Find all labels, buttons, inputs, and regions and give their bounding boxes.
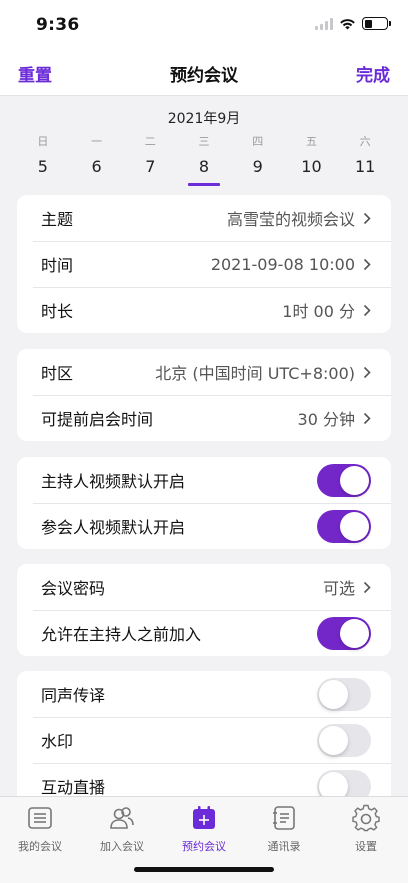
watermark-row: 水印 bbox=[17, 717, 391, 763]
calendar-day[interactable]: 5 bbox=[16, 157, 70, 181]
home-indicator bbox=[134, 867, 274, 872]
row-label: 时间 bbox=[41, 256, 74, 275]
gear-icon bbox=[352, 804, 380, 832]
tab-contacts[interactable]: 通讯录 bbox=[244, 804, 324, 854]
chevron-right-icon bbox=[363, 366, 371, 378]
host-video-row: 主持人视频默认开启 bbox=[17, 457, 391, 503]
status-icons bbox=[315, 17, 391, 30]
tab-label: 加入会议 bbox=[100, 840, 144, 853]
done-button[interactable]: 完成 bbox=[356, 61, 390, 86]
weekday-label: 六 bbox=[359, 135, 371, 148]
weekday-row: 日 一 二 三 四 五 六 bbox=[16, 133, 392, 149]
calendar-month: 2021年9月 bbox=[167, 111, 241, 127]
row-label: 时区 bbox=[41, 364, 74, 383]
interpretation-toggle[interactable] bbox=[317, 677, 371, 711]
timezone-card: 时区 北京 (中国时间 UTC+8:00) 可提前启会时间 30 分钟 bbox=[17, 349, 391, 441]
calendar-day-selected[interactable]: 8 bbox=[177, 157, 231, 186]
status-time: 9:36 bbox=[36, 15, 80, 35]
tab-label: 我的会议 bbox=[18, 840, 62, 853]
weekday-label: 一 bbox=[91, 135, 103, 148]
subject-value: 高雪莹的视频会议 bbox=[226, 210, 355, 229]
timezone-value: 北京 (中国时间 UTC+8:00) bbox=[155, 364, 355, 383]
battery-icon bbox=[362, 17, 391, 30]
watermark-toggle[interactable] bbox=[317, 723, 371, 757]
weekday-label: 五 bbox=[305, 135, 317, 148]
row-label: 会议密码 bbox=[41, 579, 106, 598]
day-row: 5 6 7 8 9 10 11 bbox=[16, 157, 392, 186]
tab-label: 设置 bbox=[355, 840, 377, 853]
password-value: 可选 bbox=[322, 579, 355, 598]
row-label: 水印 bbox=[41, 732, 74, 751]
calendar-day[interactable]: 9 bbox=[231, 157, 285, 181]
meeting-basic-card: 主题 高雪莹的视频会议 时间 2021-09-08 10:00 时长 1时 00… bbox=[17, 195, 391, 333]
row-label: 同声传译 bbox=[41, 686, 106, 705]
row-label: 主题 bbox=[41, 210, 74, 229]
interpretation-row: 同声传译 bbox=[17, 671, 391, 717]
row-label: 允许在主持人之前加入 bbox=[41, 625, 202, 644]
row-label: 互动直播 bbox=[41, 778, 106, 797]
chevron-right-icon bbox=[363, 581, 371, 593]
attendee-video-row: 参会人视频默认开启 bbox=[17, 503, 391, 549]
chevron-right-icon bbox=[363, 412, 371, 424]
early-start-value: 30 分钟 bbox=[297, 410, 355, 429]
tab-my-meetings[interactable]: 我的会议 bbox=[0, 804, 80, 854]
week-calendar: 2021年9月 日 一 二 三 四 五 六 5 6 7 8 9 10 11 bbox=[0, 97, 408, 186]
navigation-bar: 重置 预约会议 完成 bbox=[0, 48, 408, 96]
host-video-toggle[interactable] bbox=[317, 463, 371, 497]
calendar-day[interactable]: 10 bbox=[285, 157, 339, 181]
join-before-host-row: 允许在主持人之前加入 bbox=[17, 610, 391, 656]
list-icon bbox=[28, 807, 52, 829]
page-title: 预约会议 bbox=[170, 66, 238, 86]
chevron-right-icon bbox=[363, 258, 371, 270]
join-before-host-toggle[interactable] bbox=[317, 616, 371, 650]
password-row[interactable]: 会议密码 可选 bbox=[17, 564, 391, 610]
weekday-label: 二 bbox=[144, 135, 156, 148]
duration-row[interactable]: 时长 1时 00 分 bbox=[17, 287, 391, 333]
duration-value: 1时 00 分 bbox=[282, 302, 355, 321]
tab-label: 通讯录 bbox=[267, 840, 301, 853]
cellular-signal-icon bbox=[315, 17, 333, 30]
tab-settings[interactable]: 设置 bbox=[326, 804, 406, 854]
people-icon bbox=[110, 807, 134, 829]
attendee-video-toggle[interactable] bbox=[317, 509, 371, 543]
tab-schedule-meeting[interactable]: 预约会议 bbox=[164, 804, 244, 854]
row-label: 可提前启会时间 bbox=[41, 410, 154, 429]
calendar-day[interactable]: 6 bbox=[70, 157, 124, 181]
tab-join-meeting[interactable]: 加入会议 bbox=[82, 804, 162, 854]
weekday-label: 四 bbox=[252, 135, 264, 148]
calendar-day[interactable]: 7 bbox=[123, 157, 177, 181]
chevron-right-icon bbox=[363, 212, 371, 224]
weekday-label: 三 bbox=[198, 135, 210, 148]
timezone-row[interactable]: 时区 北京 (中国时间 UTC+8:00) bbox=[17, 349, 391, 395]
calendar-add-icon bbox=[193, 806, 215, 829]
weekday-label: 日 bbox=[37, 135, 49, 148]
calendar-day[interactable]: 11 bbox=[338, 157, 392, 181]
status-bar: 9:36 bbox=[0, 0, 408, 48]
row-label: 参会人视频默认开启 bbox=[41, 518, 186, 537]
wifi-icon bbox=[340, 18, 355, 29]
chevron-right-icon bbox=[363, 304, 371, 316]
row-label: 时长 bbox=[41, 302, 74, 321]
video-defaults-card: 主持人视频默认开启 参会人视频默认开启 bbox=[17, 457, 391, 549]
early-start-row[interactable]: 可提前启会时间 30 分钟 bbox=[17, 395, 391, 441]
time-row[interactable]: 时间 2021-09-08 10:00 bbox=[17, 241, 391, 287]
row-label: 主持人视频默认开启 bbox=[41, 472, 186, 491]
time-value: 2021-09-08 10:00 bbox=[210, 254, 355, 274]
contacts-icon bbox=[273, 806, 295, 830]
subject-row[interactable]: 主题 高雪莹的视频会议 bbox=[17, 195, 391, 241]
tab-label: 预约会议 bbox=[182, 840, 226, 853]
security-card: 会议密码 可选 允许在主持人之前加入 bbox=[17, 564, 391, 656]
